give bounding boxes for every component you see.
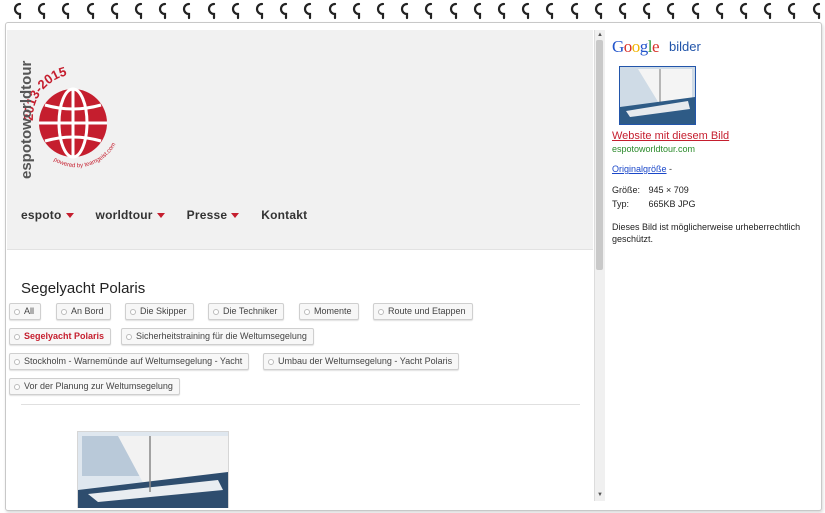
spiral-ring-icon (328, 2, 336, 20)
filter-tag-momente[interactable]: Momente (299, 303, 359, 320)
spiral-ring-icon (667, 2, 675, 20)
nav-item-label: espoto (21, 208, 62, 222)
filter-tag-all[interactable]: All (9, 303, 42, 320)
image-preview[interactable] (619, 66, 696, 125)
content-divider (21, 404, 580, 405)
sailing-yacht-image (78, 432, 228, 508)
spiral-ring-icon (425, 2, 433, 20)
filter-tag-an-bord[interactable]: An Bord (56, 303, 111, 320)
original-size-row: Originalgröße - (612, 164, 672, 174)
nav-item-label: Kontakt (261, 208, 308, 222)
spiral-binding (0, 0, 825, 24)
original-size-link[interactable]: Originalgröße (612, 164, 667, 174)
google-section-label: bilder (669, 39, 701, 54)
scrollbar-thumb[interactable] (596, 40, 603, 270)
main-nav: espoto worldtour Presse Kontakt (21, 208, 329, 222)
caret-down-icon (156, 212, 165, 218)
spiral-ring-icon (159, 2, 167, 20)
svg-text:espotoworldtour: espotoworldtour (18, 61, 35, 179)
spiral-ring-icon (594, 2, 602, 20)
spiral-ring-icon (570, 2, 578, 20)
filter-tag-die-techniker[interactable]: Die Techniker (208, 303, 285, 320)
nav-item-espoto[interactable]: espoto (21, 208, 74, 222)
spiral-ring-icon (643, 2, 651, 20)
spiral-ring-icon (691, 2, 699, 20)
nav-item-presse[interactable]: Presse (187, 208, 240, 222)
spiral-ring-icon (497, 2, 506, 20)
filter-tag-route-und-etappen[interactable]: Route und Etappen (373, 303, 473, 320)
filter-tag-sicherheitstraining[interactable]: Sicherheitstraining für die Weltumsegelu… (121, 328, 314, 345)
spiral-ring-icon (618, 2, 627, 20)
spiral-ring-icon (473, 2, 481, 20)
copyright-note: Dieses Bild ist möglicherweise urheberre… (612, 222, 801, 244)
site-header: 2013-2015 espotoworldtour powered by tea… (7, 30, 593, 250)
google-logo: Google (612, 37, 660, 56)
caret-down-icon (65, 212, 74, 218)
spiral-ring-icon (715, 2, 723, 20)
caret-down-icon (231, 212, 240, 218)
type-label: Typ: (612, 199, 630, 209)
filter-tag-segelyacht-polaris[interactable]: Segelyacht Polaris (9, 328, 112, 345)
type-value: 665KB JPG (648, 199, 696, 209)
spiral-ring-icon (86, 2, 94, 20)
spiral-ring-icon (788, 2, 796, 20)
spiral-ring-icon (110, 2, 118, 20)
source-site: espotoworldtour.com (612, 144, 696, 154)
filter-tag-stockholm-warnemuende[interactable]: Stockholm - Warnemünde auf Weltumsegelun… (9, 353, 250, 370)
spiral-ring-icon (812, 2, 820, 20)
spiral-ring-icon (38, 2, 46, 20)
spiral-ring-icon (134, 2, 143, 20)
nav-item-kontakt[interactable]: Kontakt (261, 208, 307, 222)
filter-tag-umbau-polaris[interactable]: Umbau der Weltumsegelung - Yacht Polaris (263, 353, 460, 370)
spiral-ring-icon (449, 2, 457, 20)
spiral-ring-icon (231, 2, 239, 20)
spiral-ring-icon (739, 2, 748, 20)
original-size-suffix: - (666, 164, 673, 174)
spiral-ring-icon (764, 2, 772, 20)
nav-item-label: worldtour (95, 208, 153, 222)
logo-name: espotoworldtour (18, 61, 35, 179)
size-value: 945 × 709 (648, 185, 689, 195)
vertical-scrollbar[interactable]: ▲ ▼ (594, 30, 605, 501)
spiral-ring-icon (62, 2, 70, 20)
spiral-ring-icon (522, 2, 530, 20)
espoto-worldtour-logo[interactable]: 2013-2015 espotoworldtour powered by tea… (15, 55, 135, 200)
spiral-ring-icon (352, 2, 360, 20)
spiral-ring-icon (13, 2, 22, 20)
sailing-yacht-preview (620, 67, 695, 124)
spiral-ring-icon (280, 2, 288, 20)
google-images-panel: Google bilder Website mit diesem Bild es… (605, 30, 817, 508)
spiral-ring-icon (255, 2, 264, 20)
size-row: Größe: 945 × 709 (612, 185, 689, 195)
spiral-ring-icon (376, 2, 385, 20)
website-pane: 2013-2015 espotoworldtour powered by tea… (7, 30, 593, 508)
page-title: Segelyacht Polaris (21, 280, 146, 297)
size-label: Größe: (612, 185, 641, 195)
spiral-ring-icon (183, 2, 191, 20)
website-with-image-link[interactable]: Website mit diesem Bild (612, 130, 729, 142)
scroll-down-arrow-icon[interactable]: ▼ (596, 491, 604, 499)
filter-tag-vor-der-planung[interactable]: Vor der Planung zur Weltumsegelung (9, 378, 180, 395)
spiral-ring-icon (207, 2, 215, 20)
nav-item-worldtour[interactable]: worldtour (96, 208, 165, 222)
nav-item-label: Presse (186, 208, 228, 222)
spiral-ring-icon (546, 2, 554, 20)
spiral-ring-icon (304, 2, 312, 20)
filter-tag-die-skipper[interactable]: Die Skipper (125, 303, 194, 320)
gallery-thumbnail[interactable] (77, 431, 229, 508)
type-row: Typ: 665KB JPG (612, 199, 696, 209)
scroll-up-arrow-icon[interactable]: ▲ (596, 31, 604, 39)
spiral-ring-icon (401, 2, 409, 20)
